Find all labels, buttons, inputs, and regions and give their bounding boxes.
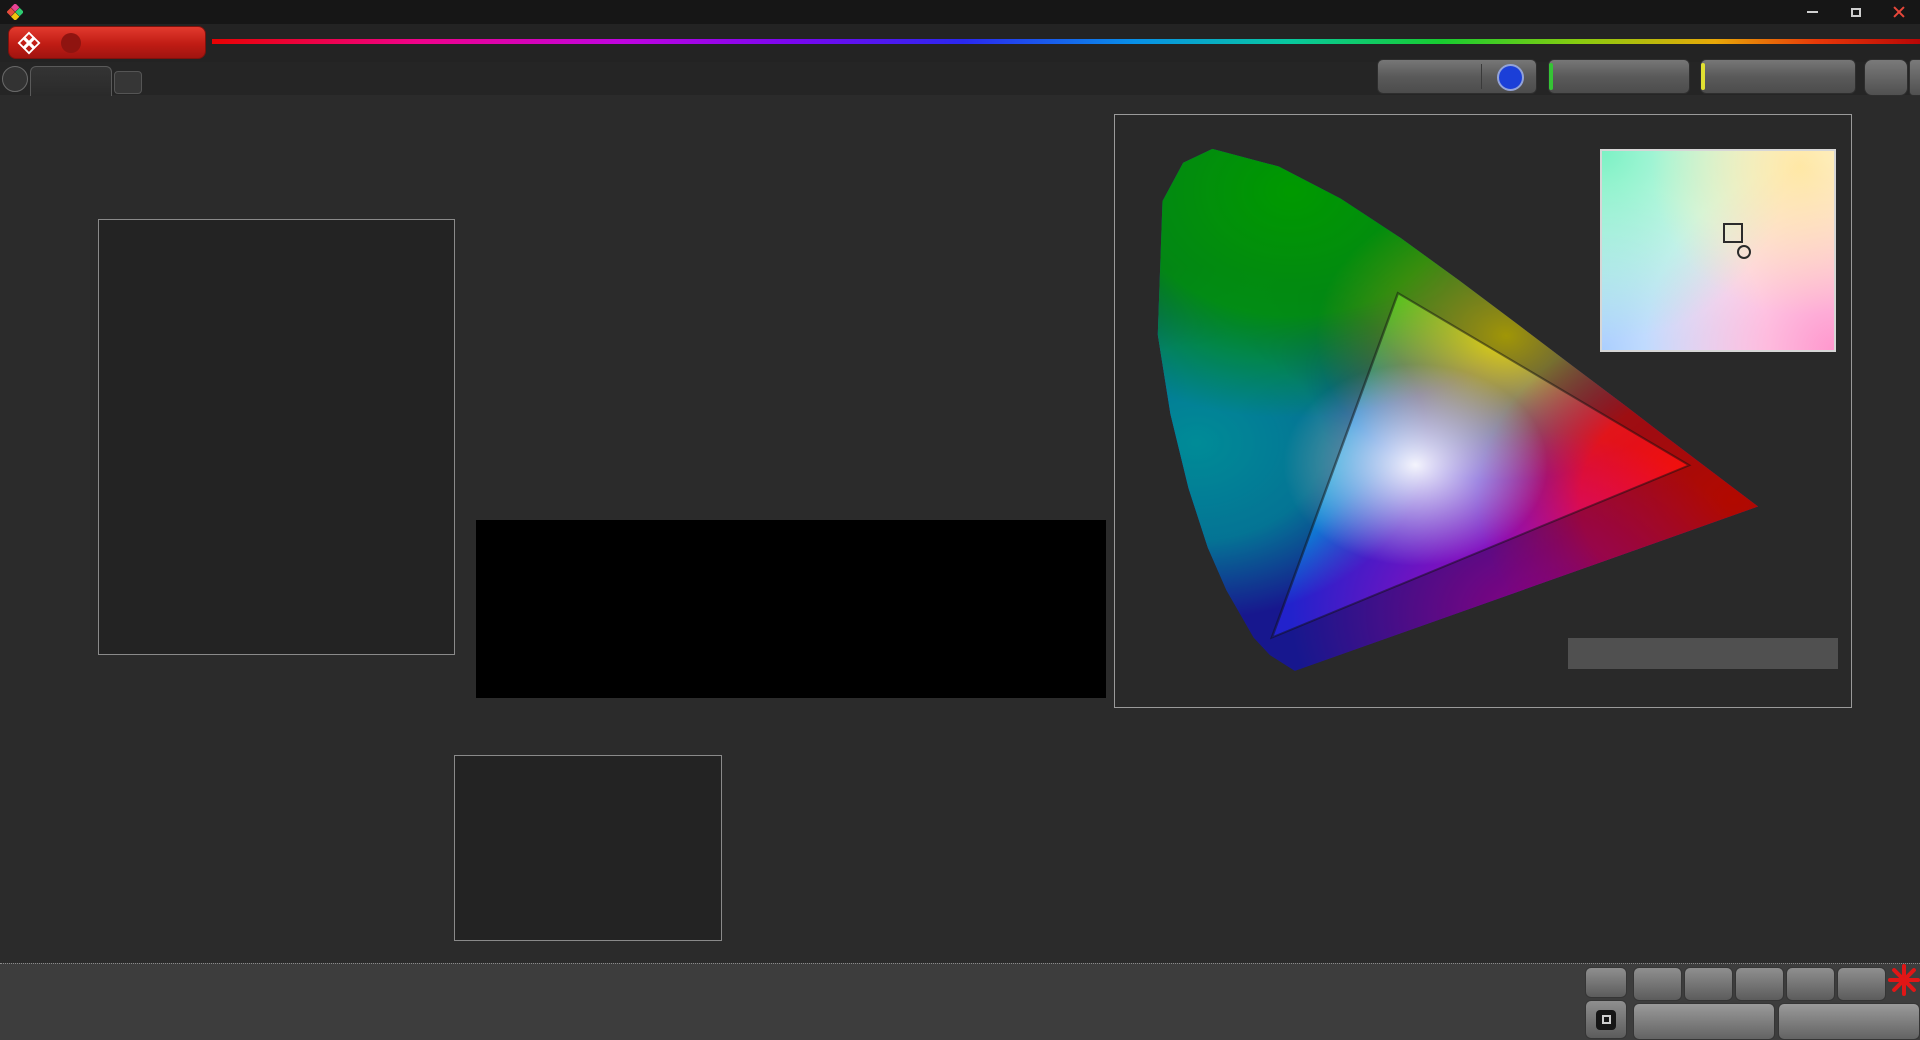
close-icon (1892, 5, 1906, 19)
collapse-panel-button[interactable] (1909, 59, 1920, 96)
settings-button[interactable] (1864, 59, 1908, 96)
display-control-dropdown[interactable] (1700, 59, 1856, 94)
pattern-size-button[interactable] (1735, 967, 1784, 1001)
actual-target-swatch-strip (476, 520, 1106, 698)
gamut-coverage-readout (1568, 638, 1838, 669)
calman-app-window (0, 0, 1920, 1040)
maximize-button[interactable] (1834, 0, 1877, 24)
white-target-square-marker (1722, 222, 1743, 243)
calman-diamond-icon (17, 31, 41, 54)
minimize-icon (1807, 11, 1818, 13)
refresh-button[interactable] (1837, 967, 1886, 1001)
patterns-accent (1549, 63, 1553, 90)
display-control-accent (1701, 63, 1705, 90)
add-tab-button[interactable] (114, 71, 142, 94)
meter-dropdown[interactable] (1377, 59, 1537, 94)
app-logo-icon (7, 4, 23, 20)
maximize-icon (1850, 7, 1861, 17)
continuous-read-button[interactable] (1786, 967, 1835, 1001)
close-button[interactable] (1877, 0, 1920, 24)
deltae-2000-chart (98, 219, 455, 655)
pattern-window-icon (1596, 1009, 1616, 1030)
white-point-zoom-inset (1600, 149, 1836, 352)
patterns-dropdown[interactable] (1548, 59, 1690, 94)
calman-menu-button[interactable] (8, 26, 206, 59)
meter-count-badge[interactable] (1497, 64, 1524, 91)
white-measured-dot-marker (1736, 244, 1751, 259)
tab-history-1[interactable] (30, 66, 112, 96)
logo-menu-chevron-icon (61, 32, 81, 53)
back-button[interactable] (1633, 1003, 1775, 1040)
window-title-bar (0, 0, 1920, 24)
pattern-bottom-bar (0, 963, 1920, 1040)
alert-asterisk-icon (1886, 962, 1920, 998)
stop-button[interactable] (1633, 967, 1682, 1001)
stack-up-button[interactable] (1585, 967, 1627, 998)
tab-scroll-button[interactable] (2, 66, 28, 92)
minimize-button[interactable] (1791, 0, 1834, 24)
pattern-window-button[interactable] (1585, 1000, 1627, 1039)
play-button[interactable] (1684, 967, 1733, 1001)
next-button[interactable] (1778, 1003, 1920, 1040)
divider (1481, 64, 1482, 89)
measurement-table (745, 728, 1487, 962)
rainbow-gradient-strip (212, 39, 1920, 44)
rgb-balance-chart (454, 755, 722, 941)
